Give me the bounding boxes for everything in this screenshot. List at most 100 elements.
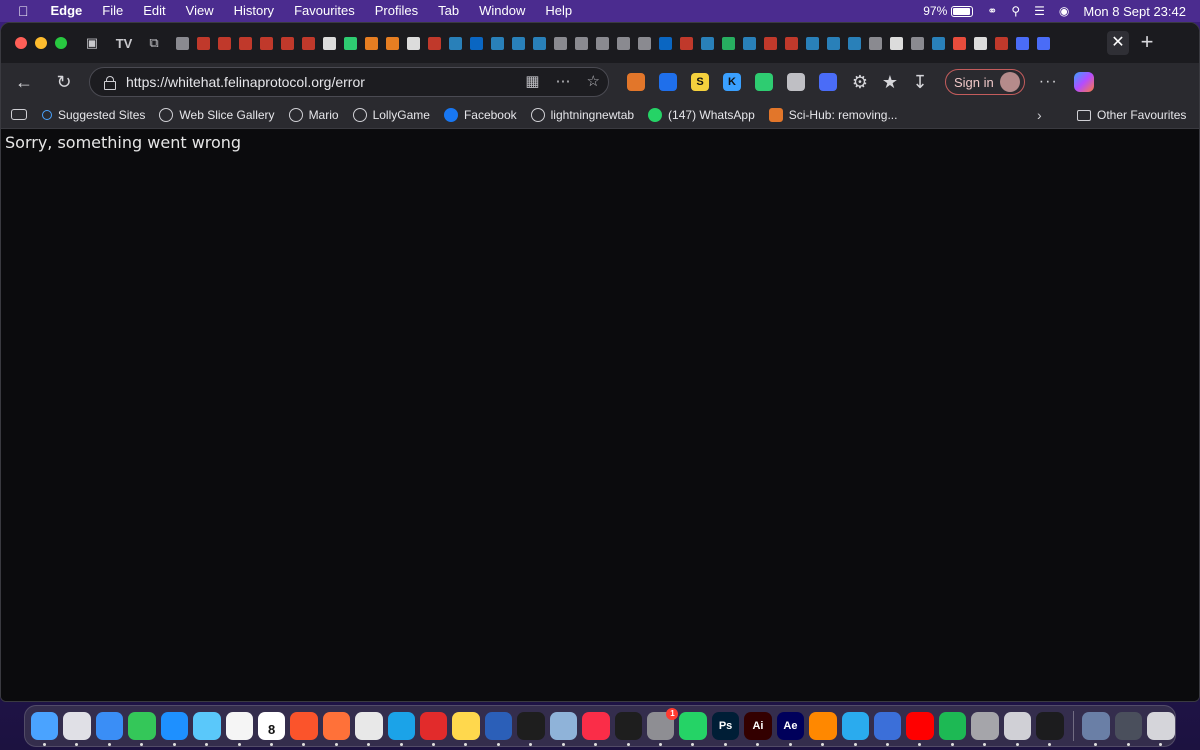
- link-icon[interactable]: ⚭: [980, 4, 1004, 18]
- calendar-app-icon[interactable]: 8: [257, 712, 286, 746]
- favourite-star-icon[interactable]: ☆: [587, 72, 600, 90]
- favourite-item[interactable]: (147) WhatsApp: [641, 107, 762, 122]
- browser-tab[interactable]: [383, 29, 402, 57]
- menu-window[interactable]: Window: [469, 0, 535, 22]
- menu-profiles[interactable]: Profiles: [365, 0, 428, 22]
- browser-tab[interactable]: [509, 29, 528, 57]
- browser-tab[interactable]: [257, 29, 276, 57]
- finder-app-icon[interactable]: [31, 712, 59, 746]
- browser-tab[interactable]: [1013, 29, 1032, 57]
- favourite-item[interactable]: Mario: [282, 107, 346, 122]
- sign-in-button[interactable]: Sign in: [945, 69, 1025, 95]
- more-options-icon[interactable]: ···: [1039, 73, 1058, 91]
- browser-tab[interactable]: [656, 29, 675, 57]
- s-extension-icon[interactable]: S: [691, 73, 709, 91]
- workspaces-icon[interactable]: TV: [113, 36, 135, 51]
- browser-tab[interactable]: [572, 29, 591, 57]
- browser-tab[interactable]: [194, 29, 213, 57]
- browser-tab[interactable]: [467, 29, 486, 57]
- lock-icon[interactable]: [104, 75, 116, 90]
- collections-icon[interactable]: [11, 109, 27, 120]
- close-tab-icon[interactable]: ✕: [1107, 31, 1129, 55]
- reload-icon[interactable]: ↻: [49, 67, 79, 97]
- terminal-app-icon[interactable]: [1036, 712, 1064, 746]
- browser-tab[interactable]: [908, 29, 927, 57]
- after-effects-app-icon[interactable]: Ae: [776, 712, 805, 746]
- app-available-icon[interactable]: ▦: [525, 72, 539, 90]
- minimize-window-button[interactable]: [35, 37, 47, 49]
- browser-tab[interactable]: [320, 29, 339, 57]
- browser-tab[interactable]: [530, 29, 549, 57]
- extensions-puzzle-icon[interactable]: ⚙: [845, 67, 875, 97]
- siri-icon[interactable]: ◉: [1052, 4, 1076, 18]
- browser-tab[interactable]: [845, 29, 864, 57]
- apple-menu-icon[interactable]: : [0, 0, 41, 22]
- youtube-music-app-icon[interactable]: [906, 712, 934, 746]
- preview-app-icon[interactable]: [549, 712, 578, 746]
- favourite-item[interactable]: Suggested Sites: [35, 108, 152, 122]
- menu-tab[interactable]: Tab: [428, 0, 469, 22]
- illustrator-app-icon[interactable]: Ai: [744, 712, 772, 746]
- browser-tab[interactable]: [278, 29, 297, 57]
- search-icon[interactable]: ⚲: [1004, 4, 1027, 18]
- browser-tab[interactable]: [887, 29, 906, 57]
- browser-tab[interactable]: [677, 29, 696, 57]
- spotify-app-icon[interactable]: [938, 712, 967, 746]
- browser-tab[interactable]: [341, 29, 360, 57]
- downloads-stack-app-icon[interactable]: [1082, 712, 1110, 746]
- close-window-button[interactable]: [15, 37, 27, 49]
- url-text[interactable]: https://whitehat.felinaprotocol.org/erro…: [126, 74, 365, 90]
- clock[interactable]: Mon 8 Sept 23:42: [1076, 4, 1200, 19]
- tracking-prevention-icon[interactable]: ⋯: [556, 72, 571, 90]
- tab-actions-icon[interactable]: ⧉: [143, 35, 165, 51]
- browser-tab[interactable]: [299, 29, 318, 57]
- menu-file[interactable]: File: [92, 0, 133, 22]
- photos-app-icon[interactable]: [225, 712, 253, 746]
- sidebar-icon[interactable]: ▣: [81, 35, 103, 51]
- favourites-list-icon[interactable]: ★: [875, 67, 905, 97]
- menu-view[interactable]: View: [176, 0, 224, 22]
- browser-tab[interactable]: [362, 29, 381, 57]
- browser-tab[interactable]: [761, 29, 780, 57]
- robot-extension-icon[interactable]: [755, 73, 773, 91]
- edge-app-icon[interactable]: [387, 712, 416, 746]
- browser-tab[interactable]: [635, 29, 654, 57]
- browser-tab[interactable]: [740, 29, 759, 57]
- browser-tab[interactable]: [236, 29, 255, 57]
- telegram-app-icon[interactable]: [841, 712, 869, 746]
- app-menu[interactable]: Edge: [41, 0, 93, 22]
- back-arrow-icon[interactable]: ←: [9, 67, 39, 97]
- menu-favourites[interactable]: Favourites: [284, 0, 365, 22]
- system-settings-app-icon[interactable]: 1: [647, 708, 679, 746]
- launchpad-app-icon[interactable]: [63, 712, 91, 746]
- acrobat-app-icon[interactable]: [420, 712, 448, 746]
- vlc-app-icon[interactable]: [809, 712, 837, 746]
- screenshots-stack-app-icon[interactable]: [1114, 712, 1143, 746]
- favourite-item[interactable]: lightningnewtab: [524, 107, 641, 122]
- bird-extension-icon[interactable]: [819, 73, 837, 91]
- word-app-icon[interactable]: [484, 712, 513, 746]
- shield-extension-icon[interactable]: [659, 73, 677, 91]
- browser-tab[interactable]: [698, 29, 717, 57]
- app-store-app-icon[interactable]: [160, 712, 189, 746]
- browser-tab[interactable]: [782, 29, 801, 57]
- browser-tab[interactable]: [803, 29, 822, 57]
- favourite-item[interactable]: Facebook: [437, 107, 524, 122]
- calculator-app-icon[interactable]: [971, 712, 999, 746]
- favourite-item[interactable]: Sci-Hub: removing...: [762, 107, 905, 122]
- whatsapp-app-icon[interactable]: [679, 712, 707, 746]
- camera-extension-icon[interactable]: [787, 73, 805, 91]
- browser-tab[interactable]: [971, 29, 990, 57]
- other-favourites-folder[interactable]: Other Favourites: [1077, 101, 1186, 129]
- photoshop-app-icon[interactable]: Ps: [711, 712, 740, 746]
- browser-tab[interactable]: [614, 29, 633, 57]
- quicktime-app-icon[interactable]: [873, 712, 902, 746]
- control-center-icon[interactable]: ☰: [1027, 4, 1052, 18]
- browser-tab[interactable]: [824, 29, 843, 57]
- notes-app-icon[interactable]: [452, 712, 480, 746]
- address-bar[interactable]: https://whitehat.felinaprotocol.org/erro…: [89, 67, 609, 97]
- fox-extension-icon[interactable]: [627, 73, 645, 91]
- browser-tab[interactable]: [950, 29, 969, 57]
- browser-tab[interactable]: [551, 29, 570, 57]
- menu-history[interactable]: History: [224, 0, 284, 22]
